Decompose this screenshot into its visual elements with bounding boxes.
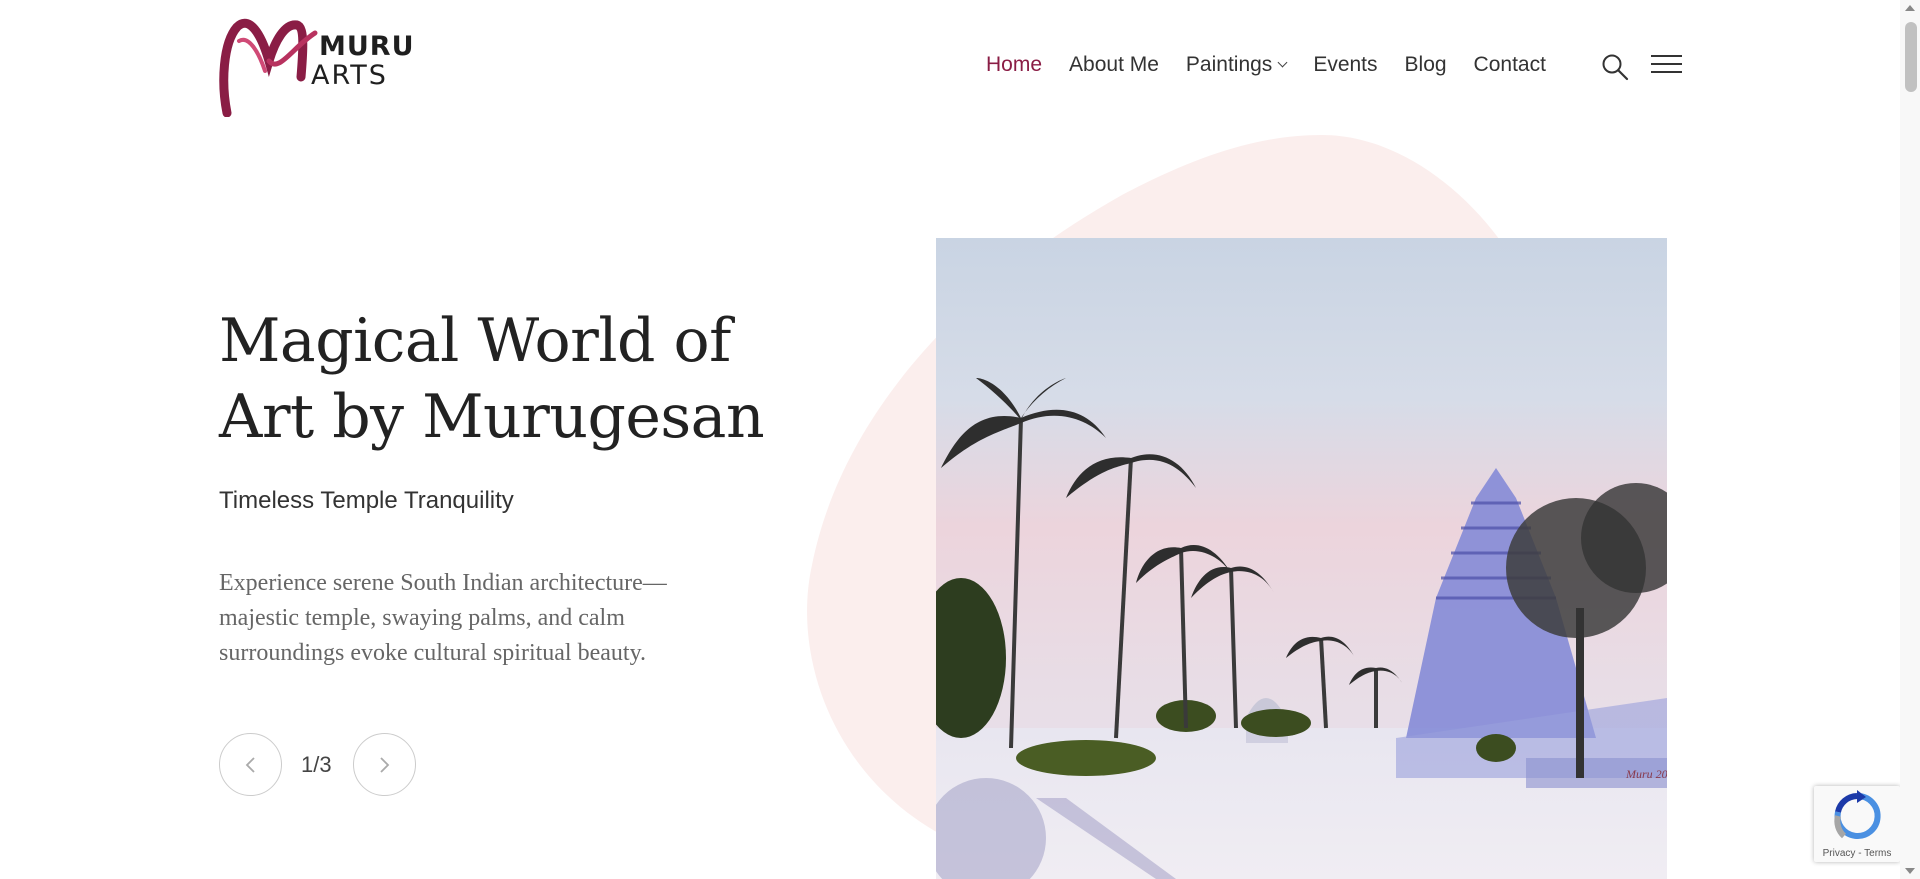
temple-painting-image: Muru 201 [936, 238, 1667, 879]
recaptcha-links[interactable]: Privacy - Terms [1814, 848, 1900, 859]
nav-label: About Me [1069, 53, 1159, 76]
nav-item-events[interactable]: Events [1313, 53, 1377, 77]
logo-line-2: ARTS [311, 60, 388, 91]
nav-item-blog[interactable]: Blog [1405, 53, 1447, 77]
site-logo[interactable]: MURU ARTS [219, 13, 414, 117]
search-button[interactable] [1601, 53, 1629, 81]
chevron-down-icon [1277, 57, 1288, 68]
scroll-down-arrow-icon[interactable] [1905, 868, 1915, 874]
hamburger-menu-icon[interactable] [1651, 55, 1682, 77]
nav-item-contact[interactable]: Contact [1474, 53, 1546, 77]
logo-text: MURU ARTS [311, 31, 415, 90]
logo-mark-icon [219, 18, 318, 117]
nav-label: Paintings [1185, 53, 1273, 76]
hero-title-line-2: Art by Murugesan [219, 382, 765, 452]
page-scrollbar[interactable] [1900, 0, 1920, 879]
nav-label: Blog [1404, 53, 1447, 76]
slider-controls: 1/3 [219, 733, 416, 796]
hero-description: Experience serene South Indian architect… [219, 570, 667, 666]
site-header: MURU ARTS Home About Me Paintings Events… [0, 0, 1900, 130]
recaptcha-badge[interactable]: Privacy - Terms [1814, 786, 1900, 862]
nav-label: Events [1313, 53, 1378, 76]
hero-subtitle: Timeless Temple Tranquility [219, 487, 514, 514]
nav-label: Home [986, 53, 1043, 76]
menu-bar [1651, 71, 1682, 73]
nav-label: Contact [1473, 53, 1546, 76]
chevron-right-icon [380, 756, 390, 773]
scroll-thumb[interactable] [1905, 22, 1917, 92]
nav-item-home[interactable]: Home [986, 53, 1042, 77]
logo-line-1: MURU [319, 31, 415, 62]
hero-painting: Muru 201 [936, 238, 1667, 879]
search-icon [1602, 54, 1629, 81]
nav-item-about[interactable]: About Me [1069, 53, 1159, 77]
menu-bar [1651, 63, 1682, 65]
hero-title: Magical World of Art by Murugesan [219, 303, 779, 455]
main-nav: Home About Me Paintings Events Blog Cont… [986, 50, 1573, 80]
menu-bar [1651, 55, 1682, 57]
hero-title-line-1: Magical World of [219, 306, 731, 376]
painting-signature: Muru 201 [1625, 767, 1667, 781]
nav-item-paintings[interactable]: Paintings [1185, 53, 1288, 77]
slider-next-button[interactable] [352, 733, 416, 796]
scroll-up-arrow-icon[interactable] [1905, 5, 1915, 11]
chevron-left-icon [245, 756, 255, 773]
recaptcha-icon [1834, 790, 1881, 839]
slider-prev-button[interactable] [219, 733, 282, 796]
slide-counter: 1/3 [301, 751, 332, 777]
